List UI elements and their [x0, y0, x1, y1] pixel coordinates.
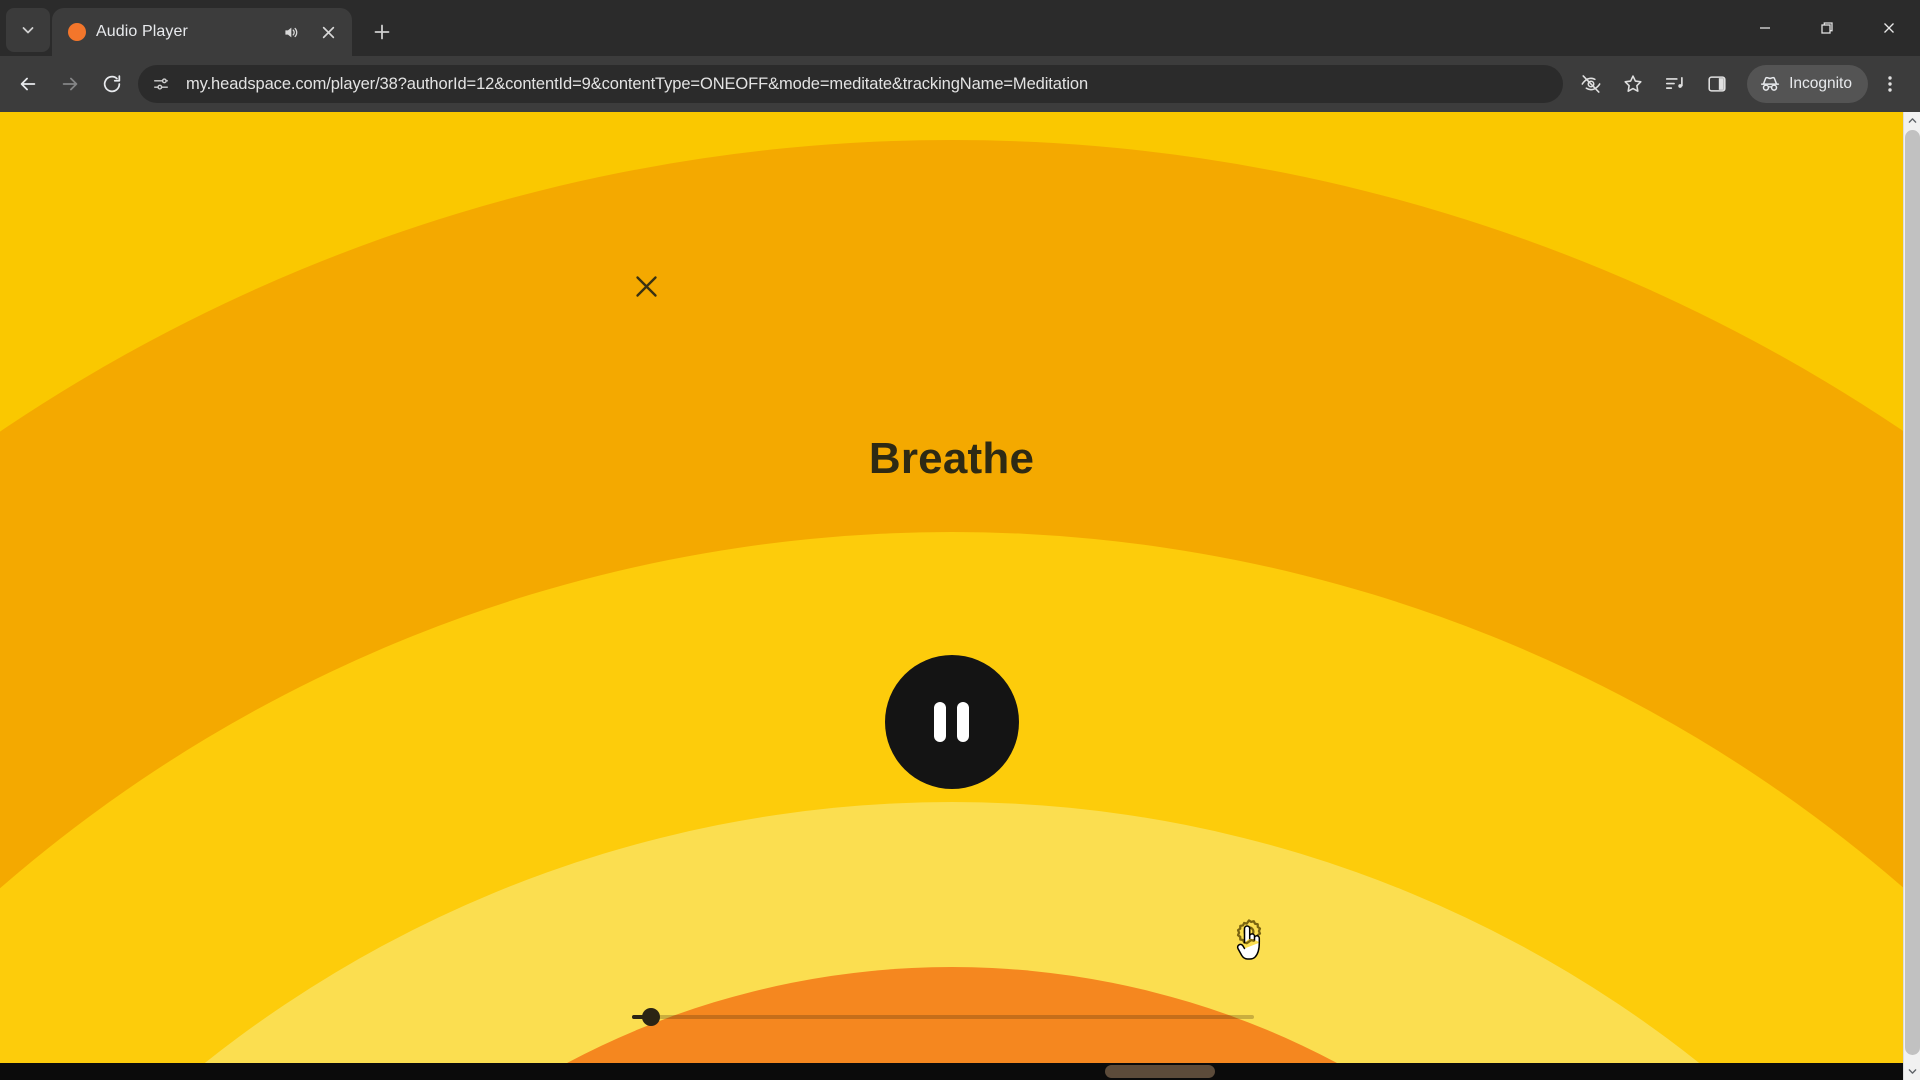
close-icon [322, 26, 334, 38]
browser-toolbar: my.headspace.com/player/38?authorId=12&c… [0, 56, 1920, 112]
vertical-scrollbar[interactable] [1903, 112, 1920, 1080]
chevron-down-icon [22, 27, 34, 34]
reload-icon [103, 75, 121, 93]
arrow-forward-icon [62, 77, 78, 91]
tab-strip: Audio Player [0, 0, 1920, 56]
chevron-up-icon [1908, 118, 1917, 123]
media-playlist-icon [1666, 76, 1683, 89]
tracking-protection-button[interactable] [1571, 64, 1611, 104]
play-pause-button[interactable] [884, 655, 1019, 789]
progress-thumb[interactable] [641, 1008, 660, 1026]
gear-icon [1236, 919, 1262, 945]
tab-title: Audio Player [96, 23, 188, 40]
player-title: Breathe [868, 434, 1035, 483]
progress-track [632, 1015, 1254, 1019]
scroll-down-button[interactable] [1904, 1063, 1920, 1080]
bookmark-button[interactable] [1613, 64, 1653, 104]
incognito-indicator[interactable]: Incognito [1747, 65, 1868, 103]
incognito-hat-icon [1761, 76, 1780, 91]
horizontal-scrollbar-thumb[interactable] [1105, 1065, 1215, 1078]
tab-favicon-icon [68, 23, 86, 41]
media-control-button[interactable] [1655, 64, 1695, 104]
audio-player-page: Breathe 0:02 1:00 [0, 112, 1903, 1063]
tune-site-settings-icon [154, 78, 168, 90]
url-text: my.headspace.com/player/38?authorId=12&c… [186, 74, 1089, 93]
forward-button[interactable] [50, 64, 90, 104]
pause-icon-bar-right [957, 702, 969, 742]
new-tab-button[interactable] [362, 12, 402, 52]
minimize-button[interactable] [1734, 0, 1796, 56]
reload-button[interactable] [92, 64, 132, 104]
site-settings-button[interactable] [146, 69, 176, 99]
horizontal-scrollbar[interactable] [0, 1063, 1903, 1080]
pause-icon-bar-left [934, 702, 946, 742]
back-button[interactable] [8, 64, 48, 104]
arrow-back-icon [20, 77, 36, 91]
close-icon [635, 275, 657, 297]
eye-slash-icon [1581, 75, 1601, 93]
close-icon [1884, 23, 1894, 33]
tab-close-button[interactable] [314, 18, 342, 46]
player-close-button[interactable] [620, 260, 672, 312]
vertical-scrollbar-thumb[interactable] [1905, 130, 1920, 1055]
window-controls [1734, 0, 1920, 56]
browser-window: Audio Player my.headspace.com/player/38?… [0, 0, 1920, 1080]
page-viewport: Breathe 0:02 1:00 [0, 112, 1920, 1080]
star-icon [1624, 75, 1642, 92]
side-panel-button[interactable] [1697, 64, 1737, 104]
chevron-down-icon [1908, 1069, 1917, 1074]
tab-audio-playing-icon[interactable] [276, 18, 304, 46]
three-dot-menu-icon [1888, 76, 1892, 92]
tab-search-button[interactable] [6, 8, 50, 52]
window-close-button[interactable] [1858, 0, 1920, 56]
player-content: Breathe 0:02 1:00 [0, 112, 1903, 1063]
minimize-icon [1760, 27, 1770, 29]
restore-icon [1821, 22, 1833, 34]
scroll-up-button[interactable] [1904, 112, 1920, 129]
plus-icon [374, 24, 390, 40]
side-panel-icon [1708, 76, 1726, 92]
speaker-playing-icon [284, 27, 297, 37]
player-settings-button[interactable] [1232, 917, 1266, 951]
incognito-label: Incognito [1789, 75, 1852, 92]
address-bar[interactable]: my.headspace.com/player/38?authorId=12&c… [138, 65, 1564, 103]
tab-audio-player[interactable]: Audio Player [52, 8, 352, 56]
restore-button[interactable] [1796, 0, 1858, 56]
progress-slider[interactable] [632, 1007, 1254, 1027]
browser-menu-button[interactable] [1870, 64, 1910, 104]
